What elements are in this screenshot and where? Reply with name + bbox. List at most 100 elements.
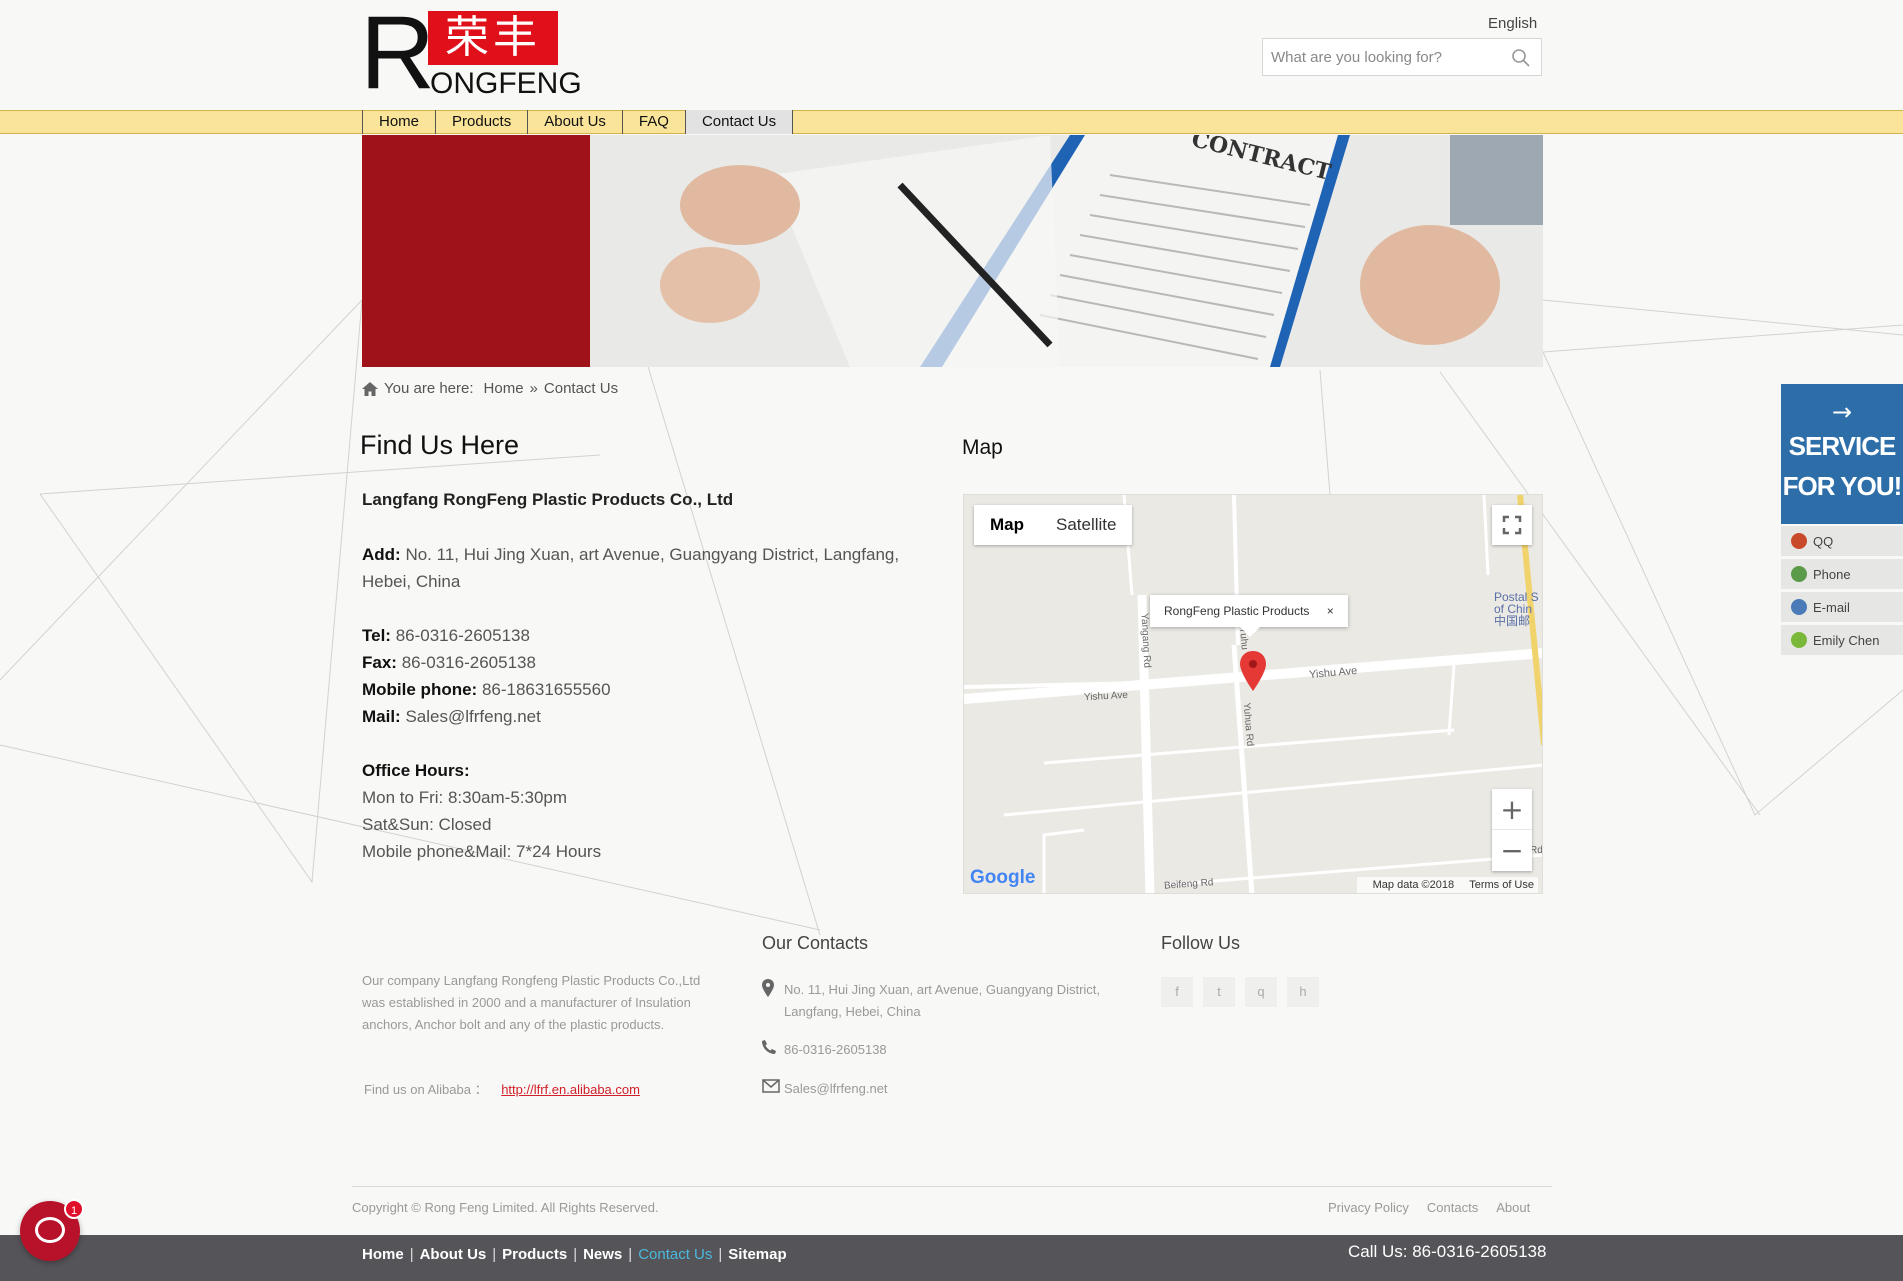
service-contact-list: QQ Phone E-mail Emily Chen [1781,526,1903,658]
map-type-satellite-button[interactable]: Satellite [1040,505,1132,545]
search-box [1262,38,1542,76]
chat-unread-badge: 1 [64,1199,84,1219]
breadcrumb-prefix: You are here: [384,380,474,397]
nav-item-home[interactable]: Home [362,110,435,134]
search-icon[interactable] [1511,48,1531,68]
tel-value: 86-0316-2605138 [395,626,530,645]
fullscreen-button[interactable] [1492,505,1532,545]
road-label-yishu-west: Yishu Ave [1083,689,1129,704]
service-title-2: FOR YOU! [1782,471,1903,501]
home-icon [362,381,378,396]
bottom-nav-separator: | [573,1246,578,1263]
fax-value: 86-0316-2605138 [401,653,536,672]
find-us-heading: Find Us Here [360,430,520,460]
service-panel[interactable]: → SERVICE FOR YOU! [1781,384,1903,524]
map-poi-postal[interactable]: Postal S of Chin 中国邮 [1494,591,1539,627]
about-link[interactable]: About [1496,1200,1530,1215]
map-attribution: Map data ©2018 Terms of Use [1356,877,1538,893]
email-icon [1791,599,1807,615]
postal-line-3: 中国邮 [1494,614,1531,628]
page-banner: CONTRACT [362,135,1543,367]
map-info-close-icon[interactable]: × [1327,604,1334,618]
bottom-nav-contact-us[interactable]: Contact Us [638,1246,712,1263]
service-item-label: Emily Chen [1813,632,1880,648]
contacts-link[interactable]: Contacts [1427,1200,1478,1215]
bottom-nav-separator: | [718,1246,723,1263]
bottom-nav-sitemap[interactable]: Sitemap [728,1246,786,1263]
service-item-phone[interactable]: Phone [1781,559,1903,589]
address-block: Add: No. 11, Hui Jing Xuan, art Avenue, … [362,541,942,595]
tel-label: Tel: [362,626,391,645]
logo-brand-text: ONGFENG [430,67,582,100]
company-name: Langfang RongFeng Plastic Products Co., … [362,490,734,509]
mail-row: Mail: Sales@lfrfeng.net [362,703,942,730]
nav-item-products[interactable]: Products [435,110,527,134]
map-data-text: Map data ©2018 [1372,879,1455,891]
nav-item-faq[interactable]: FAQ [621,110,685,134]
mobile-row: Mobile phone: 86-18631655560 [362,676,942,703]
map-terms-link[interactable]: Terms of Use [1469,879,1534,891]
qq-social-icon[interactable]: q [1245,977,1277,1007]
language-selector[interactable]: English [1488,15,1537,32]
zoom-out-button[interactable]: − [1492,830,1532,871]
service-item-email[interactable]: E-mail [1781,592,1903,622]
mail-label: Mail: [362,707,401,726]
zoom-in-button[interactable]: + [1492,789,1532,830]
breadcrumb-home-link[interactable]: Home [484,380,524,397]
address-label: Add: [362,545,401,564]
alibaba-link[interactable]: http://lfrf.en.alibaba.com [501,1082,640,1097]
privacy-policy-link[interactable]: Privacy Policy [1328,1200,1409,1215]
site-logo[interactable]: R 荣丰 ONGFENG [360,1,582,105]
breadcrumb-current: Contact Us [543,380,619,397]
bottom-nav-home[interactable]: Home [362,1246,404,1263]
service-item-qq[interactable]: QQ [1781,526,1903,556]
map-zoom-controls: + − [1492,789,1532,871]
bottom-nav-news[interactable]: News [583,1246,622,1263]
bottom-nav-separator: | [492,1246,497,1263]
nav-item-contact-us[interactable]: Contact Us [684,110,794,134]
envelope-icon [762,1078,784,1100]
chat-widget-button[interactable]: 1 [20,1199,84,1261]
phone-icon [1791,566,1807,582]
banner-contract-image: CONTRACT [590,135,1543,367]
footer-email-text[interactable]: Sales@lfrfeng.net [784,1078,888,1100]
bottom-nav-products[interactable]: Products [502,1246,567,1263]
map-info-label: RongFeng Plastic Products [1164,604,1310,618]
footer-phone-text: 86-0316-2605138 [784,1042,887,1057]
tel-row: Tel: 86-0316-2605138 [362,622,942,649]
fax-label: Fax: [362,653,397,672]
footer-alibaba: Find us on Alibaba ： http://lfrf.en.alib… [364,1079,640,1098]
alibaba-label: Find us on Alibaba ： [364,1082,488,1097]
twitter-icon[interactable]: t [1203,977,1235,1007]
logo-letter: R [360,0,436,111]
hours-mobile-mail: Mobile phone&Mail: 7*24 Hours [362,842,602,861]
footer-about-text: Our company Langfang Rongfeng Plastic Pr… [362,973,701,1032]
hours-weekend: Sat&Sun: Closed [362,815,492,834]
bottom-nav-about-us[interactable]: About Us [420,1246,487,1263]
footer-email: Sales@lfrfeng.net [762,1078,888,1100]
address-value: No. 11, Hui Jing Xuan, art Avenue, Guang… [362,545,900,591]
breadcrumb: You are here: Home » Contact Us [362,380,618,397]
office-hours: Office Hours: Mon to Fri: 8:30am-5:30pm … [362,757,942,865]
map-marker-icon[interactable] [1240,651,1266,691]
mail-value[interactable]: Sales@lfrfeng.net [405,707,540,726]
map-info-window[interactable]: RongFeng Plastic Products × [1150,595,1348,637]
phone-handset-icon [762,1039,784,1061]
embedded-map[interactable]: Yishu Ave Yishu Ave Yangang Rd Yuhua Rd … [963,494,1543,894]
search-input[interactable] [1263,39,1503,75]
map-type-map-button[interactable]: Map [974,505,1040,545]
banner-red-block [362,135,590,367]
service-item-emily-chen[interactable]: Emily Chen [1781,625,1903,655]
facebook-icon[interactable]: f [1161,977,1193,1007]
footer-address-text: No. 11, Hui Jing Xuan, art Avenue, Guang… [784,982,1101,1019]
copyright-text: Copyright © Rong Feng Limited. All Right… [352,1200,659,1215]
call-us-text: Call Us: 86-0316-2605138 [1348,1242,1547,1261]
mobile-label: Mobile phone: [362,680,478,699]
google-logo-text: Google [970,867,1036,888]
google-logo[interactable]: Google [970,867,1035,889]
nav-item-about-us[interactable]: About Us [527,110,622,134]
bottom-bar [0,1235,1903,1281]
footer-address: No. 11, Hui Jing Xuan, art Avenue, Guang… [762,979,1122,1023]
footer-divider [352,1186,1552,1187]
home-social-icon[interactable]: h [1287,977,1319,1007]
